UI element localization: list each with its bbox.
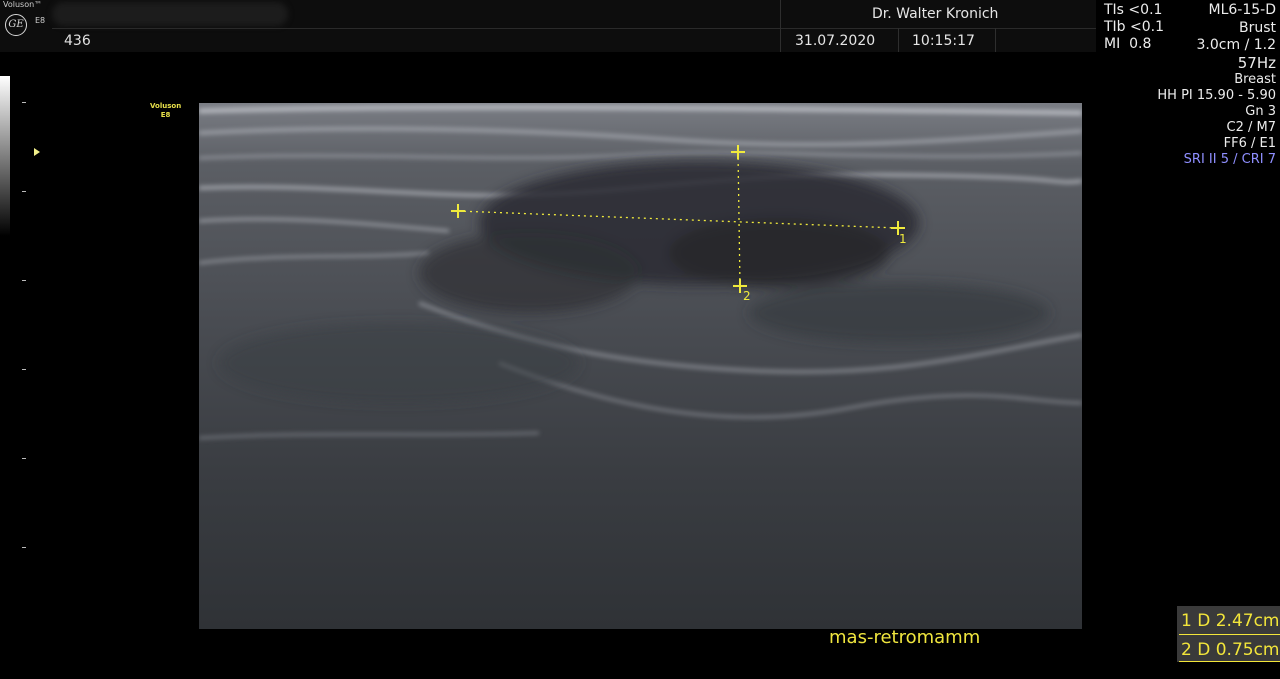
filter-setting: FF6 / E1	[1223, 136, 1276, 151]
header-divider-v	[898, 28, 899, 52]
doctor-name: Dr. Walter Kronich	[872, 6, 999, 22]
probe-name: ML6-15-D	[1208, 2, 1276, 18]
frame-rate: 57Hz	[1237, 53, 1276, 72]
ultrasound-texture	[199, 104, 1082, 440]
measurement-row: 2 D 0.75cm	[1181, 640, 1279, 660]
model-label: E8	[35, 16, 46, 25]
lesion-region	[219, 161, 1049, 403]
tis-value: TIs <0.1	[1104, 2, 1163, 18]
depth-tick	[22, 191, 26, 192]
header-divider-v	[780, 0, 781, 52]
grayscale-bar	[0, 76, 10, 236]
mini-brand-line2: E8	[160, 111, 171, 119]
focus-marker-icon[interactable]	[34, 148, 40, 156]
patient-id: 436	[64, 33, 91, 49]
header-bar: Voluson™ GE E8 436 Dr. Walter Kronich 31…	[0, 0, 1096, 52]
measurement-box: 1 D 2.47cm 2 D 0.75cm	[1177, 606, 1280, 662]
caliper-label-1: 1	[899, 232, 907, 246]
exam-date: 31.07.2020	[795, 33, 876, 49]
mini-brand-line1: Voluson	[150, 102, 182, 110]
caliper-cross-icon[interactable]	[731, 145, 745, 159]
measurement-row: 1 D 2.47cm	[1181, 611, 1279, 631]
exam-time: 10:15:17	[912, 33, 975, 49]
measurement-divider	[1179, 634, 1280, 635]
depth-tick	[22, 102, 26, 103]
harmonic-setting: HH PI 15.90 - 5.90	[1157, 88, 1276, 103]
depth-tick	[22, 280, 26, 281]
measurement-divider	[1179, 661, 1280, 662]
probe-preset: Brust	[1238, 19, 1276, 36]
measurement-value: 2.47cm	[1215, 611, 1280, 631]
map-setting: C2 / M7	[1226, 120, 1276, 135]
depth-tick	[22, 458, 26, 459]
header-divider-v	[995, 28, 996, 52]
imaging-params: Breast HH PI 15.90 - 5.90 Gn 3 C2 / M7 F…	[1157, 72, 1276, 168]
patient-name-redacted	[52, 2, 288, 26]
mi-value: MI 0.8	[1104, 36, 1152, 52]
gain-setting: Gn 3	[1245, 104, 1276, 119]
measurement-value: 0.75cm	[1215, 640, 1280, 660]
sri-setting: SRI II 5 / CRI 7	[1183, 152, 1276, 167]
ge-logo-icon: GE	[5, 14, 27, 36]
logo-block: Voluson™ GE E8	[0, 0, 52, 52]
caliper-label-2: 2	[743, 289, 751, 303]
caliper-cross-icon[interactable]	[451, 204, 465, 218]
header-divider	[52, 28, 1096, 29]
probe-depth: 3.0cm / 1.2	[1196, 37, 1276, 53]
application: Breast	[1234, 72, 1276, 87]
ultrasound-image[interactable]: 1 2	[199, 103, 1082, 629]
image-annotation[interactable]: mas-retromamm	[829, 627, 980, 648]
probe-info: ML6-15-D Brust 3.0cm / 1.2 57Hz	[1197, 2, 1276, 72]
depth-tick	[22, 547, 26, 548]
depth-tick	[22, 369, 26, 370]
measurement-label: 2 D	[1181, 640, 1211, 660]
tib-value: TIb <0.1	[1104, 19, 1165, 35]
brand-label: Voluson™	[3, 0, 43, 9]
mini-brand-label: Voluson E8	[150, 102, 181, 120]
measurement-label: 1 D	[1181, 611, 1211, 631]
safety-indices: TIs <0.1 TIb <0.1 MI 0.8	[1104, 2, 1164, 53]
